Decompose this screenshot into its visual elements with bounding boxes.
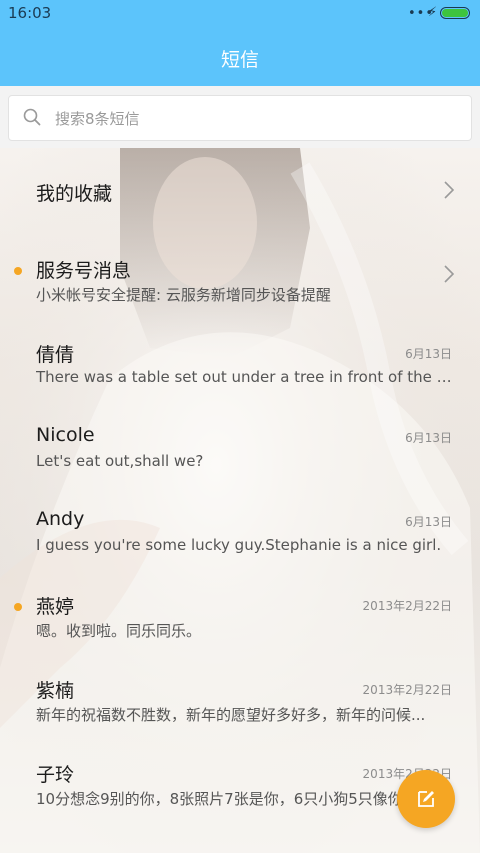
status-time: 16:03 [8, 4, 52, 22]
compose-icon [418, 791, 434, 807]
conversation-snippet: 小米帐号安全提醒: 云服务新增同步设备提醒 [36, 286, 331, 304]
page-title: 短信 [220, 49, 259, 71]
conversation-name: 燕婷 [36, 596, 75, 618]
search-box[interactable] [8, 95, 472, 142]
conversation-date: 6月13日 [405, 347, 452, 361]
search-input[interactable] [53, 96, 457, 142]
conversation-name: 子玲 [36, 764, 75, 786]
conversation-name: Nicole [36, 424, 95, 446]
conversation-date: 6月13日 [405, 515, 452, 529]
unread-dot [14, 603, 22, 611]
app-header: 16:03 ••• ⚡ 短信 [0, 0, 480, 86]
conversation-snippet: There was a table set out under a tree i… [36, 368, 452, 386]
battery-icon [440, 7, 470, 19]
conversation-snippet: 新年的祝福数不胜数，新年的愿望好多好多，新年的问候... [36, 706, 426, 724]
conversation-name: 服务号消息 [36, 260, 132, 282]
charging-icon: ⚡ [428, 5, 438, 20]
list-item[interactable]: Andy 6月13日 I guess you're some lucky guy… [0, 484, 480, 568]
conversation-name: Andy [36, 508, 85, 530]
conversation-name: 我的收藏 [36, 183, 113, 205]
list-item-favorites[interactable]: 我的收藏 [0, 148, 480, 232]
conversation-list: 我的收藏 服务号消息 小米帐号安全提醒: 云服务新增同步设备提醒 倩倩 6月13… [0, 148, 480, 820]
list-item[interactable]: 倩倩 6月13日 There was a table set out under… [0, 316, 480, 400]
conversation-name: 倩倩 [36, 344, 75, 366]
conversation-date: 2013年2月22日 [362, 599, 452, 613]
list-item[interactable]: 燕婷 2013年2月22日 嗯。收到啦。同乐同乐。 [0, 568, 480, 652]
chevron-right-icon [444, 181, 455, 199]
chevron-right-icon [444, 265, 455, 283]
conversation-snippet: I guess you're some lucky guy.Stephanie … [36, 536, 442, 554]
conversation-name: 紫楠 [36, 680, 75, 702]
search-icon [23, 108, 41, 126]
conversation-date: 2013年2月22日 [362, 683, 452, 697]
list-item-service[interactable]: 服务号消息 小米帐号安全提醒: 云服务新增同步设备提醒 [0, 232, 480, 316]
list-item[interactable]: 紫楠 2013年2月22日 新年的祝福数不胜数，新年的愿望好多好多，新年的问候.… [0, 652, 480, 736]
compose-button[interactable] [397, 770, 455, 828]
conversation-snippet: 10分想念9别的你，8张照片7张是你，6只小狗5只像你 [36, 790, 403, 808]
conversation-snippet: 嗯。收到啦。同乐同乐。 [36, 622, 202, 640]
conversation-date: 6月13日 [405, 431, 452, 445]
list-item[interactable]: Nicole 6月13日 Let's eat out,shall we? [0, 400, 480, 484]
conversation-list-area[interactable]: 我的收藏 服务号消息 小米帐号安全提醒: 云服务新增同步设备提醒 倩倩 6月13… [0, 148, 480, 853]
unread-dot [14, 267, 22, 275]
conversation-snippet: Let's eat out,shall we? [36, 452, 204, 470]
search-bar [0, 86, 480, 148]
status-bar: 16:03 ••• ⚡ [0, 0, 480, 28]
